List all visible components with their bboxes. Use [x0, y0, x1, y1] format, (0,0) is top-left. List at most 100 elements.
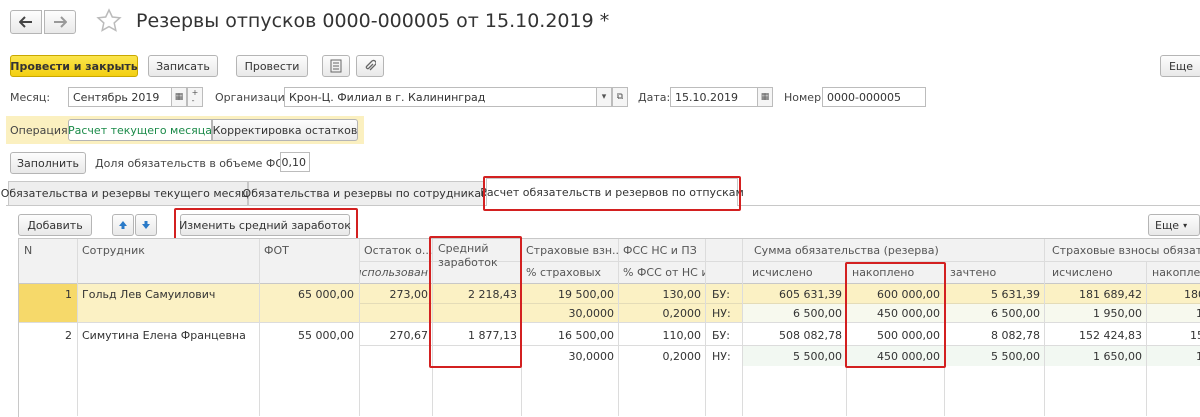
col-n[interactable]: N [20, 240, 76, 260]
favorite-star-icon[interactable] [96, 8, 122, 34]
col-fss[interactable]: ФСС НС и ПЗ [619, 240, 705, 260]
row-2-bu-calc[interactable]: 508 082,78 [743, 326, 846, 344]
col-calc[interactable]: исчислено [748, 262, 844, 282]
row-2-nu-calc[interactable]: 5 500,00 [743, 347, 846, 365]
row-2-insurance-pct[interactable]: 30,0000 [522, 347, 618, 365]
add-button[interactable]: Добавить [18, 214, 92, 236]
op-current-month-button[interactable]: Расчет текущего месяца [68, 119, 212, 141]
col-sep [705, 239, 706, 416]
row-2-n[interactable]: 2 [20, 326, 76, 344]
row-2-fss-pct[interactable]: 0,2000 [619, 347, 705, 365]
row-1-bu-calc[interactable]: 605 631,39 [743, 285, 846, 303]
operation-label: Операция: [10, 124, 72, 137]
share-label: Доля обязательств в объеме ФОТ: [95, 157, 295, 170]
arrow-left-icon [19, 16, 32, 28]
stepper-icon[interactable]: + - [187, 87, 203, 107]
row-1-fot[interactable]: 65 000,00 [260, 285, 358, 303]
attach-button[interactable] [356, 55, 384, 77]
share-field[interactable]: 0,10 [280, 152, 310, 172]
row-1-bu-offset[interactable]: 5 631,39 [945, 285, 1044, 303]
col-offset[interactable]: зачтено [946, 262, 1042, 282]
row-1-employee[interactable]: Гольд Лев Самуилович [78, 285, 258, 303]
report-button[interactable] [322, 55, 350, 77]
arrow-up-icon [119, 221, 127, 229]
row-1-n[interactable]: 1 [20, 285, 76, 303]
tab-current-month[interactable]: Обязательства и резервы текущего месяца [1, 181, 255, 205]
row-2-nu-ins-calc[interactable]: 1 650,00 [1045, 347, 1146, 365]
row-2-bu-ins-accum[interactable]: 151 [1186, 326, 1200, 344]
back-button[interactable] [10, 10, 42, 34]
calendar-date-icon[interactable]: ▦ [757, 87, 773, 107]
calendar-icon[interactable]: ▦ [171, 87, 187, 107]
fill-button[interactable]: Заполнить [10, 152, 86, 174]
col-ins-calc[interactable]: исчислено [1048, 262, 1144, 282]
date-label: Дата: [638, 91, 671, 104]
col-employee[interactable]: Сотрудник [78, 240, 258, 260]
col-sep [1146, 261, 1147, 416]
col-insurance[interactable]: Страховые взн... [522, 240, 618, 260]
row-1-insurance[interactable]: 19 500,00 [522, 285, 618, 303]
row-2-ostatok[interactable]: 270,67 [360, 326, 432, 344]
row-2-employee[interactable]: Симутина Елена Францевна [78, 326, 258, 344]
forward-button[interactable] [44, 10, 76, 34]
organization-field[interactable]: Крон-Ц. Филиал в г. Калининград [284, 87, 598, 107]
page-title: Резервы отпусков 0000-000005 от 15.10.20… [136, 10, 610, 32]
row-2-nu-offset[interactable]: 5 500,00 [945, 347, 1044, 365]
col-ostatok-sub: использован [360, 265, 428, 279]
post-button[interactable]: Провести [236, 55, 308, 77]
col-fss-sub: % ФСС от НС и [623, 265, 705, 279]
row-2-nu-label: НУ: [712, 349, 731, 363]
row-1-bu-label: БУ: [712, 287, 730, 301]
more-button[interactable]: Еще [1160, 55, 1200, 77]
table-more-button[interactable]: Еще ▾ [1148, 214, 1200, 236]
highlight-change-avg [174, 208, 358, 241]
col-ins-accum[interactable]: накоплено [1148, 262, 1200, 282]
row-1-nu-offset[interactable]: 6 500,00 [945, 304, 1044, 322]
row-1-nu-label: НУ: [712, 306, 731, 320]
open-icon[interactable]: ⧉ [612, 87, 628, 107]
arrow-down-icon [142, 221, 150, 229]
row-1-insurance-pct[interactable]: 30,0000 [522, 304, 618, 322]
paperclip-icon [365, 59, 376, 71]
row-1-bottom-line [19, 322, 1200, 323]
post-and-close-button[interactable]: Провести и закрыть [10, 55, 138, 77]
row-2-fss[interactable]: 110,00 [619, 326, 705, 344]
col-fot[interactable]: ФОТ [260, 240, 358, 260]
move-down-button[interactable] [135, 214, 157, 236]
document-list-icon [330, 59, 342, 73]
row-1-bu-ins-accum[interactable]: 180 [1180, 285, 1200, 303]
row-2-nu-ins-accum[interactable]: 1 [1192, 347, 1200, 365]
date-field[interactable]: 15.10.2019 [670, 87, 758, 107]
highlight-tab [483, 176, 741, 211]
row-1-fss-pct[interactable]: 0,2000 [619, 304, 705, 322]
number-field[interactable]: 0000-000005 [822, 87, 926, 107]
arrow-right-icon [54, 16, 67, 28]
op-adjust-balances-button[interactable]: Корректировка остатков [212, 119, 358, 141]
row-1-nu-calc[interactable]: 6 500,00 [743, 304, 846, 322]
tab-employees[interactable]: Обязательства и резервы по сотрудникам [243, 181, 489, 205]
save-button[interactable]: Записать [148, 55, 218, 77]
table-more-label: Еще [1155, 218, 1180, 232]
col-insurance-sub: % страховых [526, 265, 602, 279]
row-1-bu-ins-calc[interactable]: 181 689,42 [1045, 285, 1146, 303]
highlight-avg-earnings-column [429, 236, 522, 368]
row-1-fss[interactable]: 130,00 [619, 285, 705, 303]
col-ostatok[interactable]: Остаток о... [360, 240, 432, 260]
row-1-ostatok[interactable]: 273,00 [360, 285, 432, 303]
month-field[interactable]: Сентябрь 2019 [68, 87, 172, 107]
highlight-accumulated-column [845, 262, 946, 368]
row-2-bu-offset[interactable]: 8 082,78 [945, 326, 1044, 344]
row-2-bu-ins-calc[interactable]: 152 424,83 [1045, 326, 1146, 344]
col-sum-group[interactable]: Сумма обязательства (резерва) [750, 240, 1040, 260]
row-1-nu-ins-accum[interactable]: 1 [1192, 304, 1200, 322]
row-2-fot[interactable]: 55 000,00 [260, 326, 358, 344]
row-2-insurance[interactable]: 16 500,00 [522, 326, 618, 344]
row-1-nu-ins-calc[interactable]: 1 950,00 [1045, 304, 1146, 322]
chevron-down-icon: ▾ [1183, 220, 1188, 230]
number-label: Номер: [784, 91, 825, 104]
month-label: Месяц: [10, 91, 51, 104]
row-2-bu-label: БУ: [712, 328, 730, 342]
chevron-down-icon[interactable]: ▾ [596, 87, 612, 107]
move-up-button[interactable] [112, 214, 134, 236]
col-ins-group[interactable]: Страховые взносы обязательст [1048, 240, 1200, 260]
